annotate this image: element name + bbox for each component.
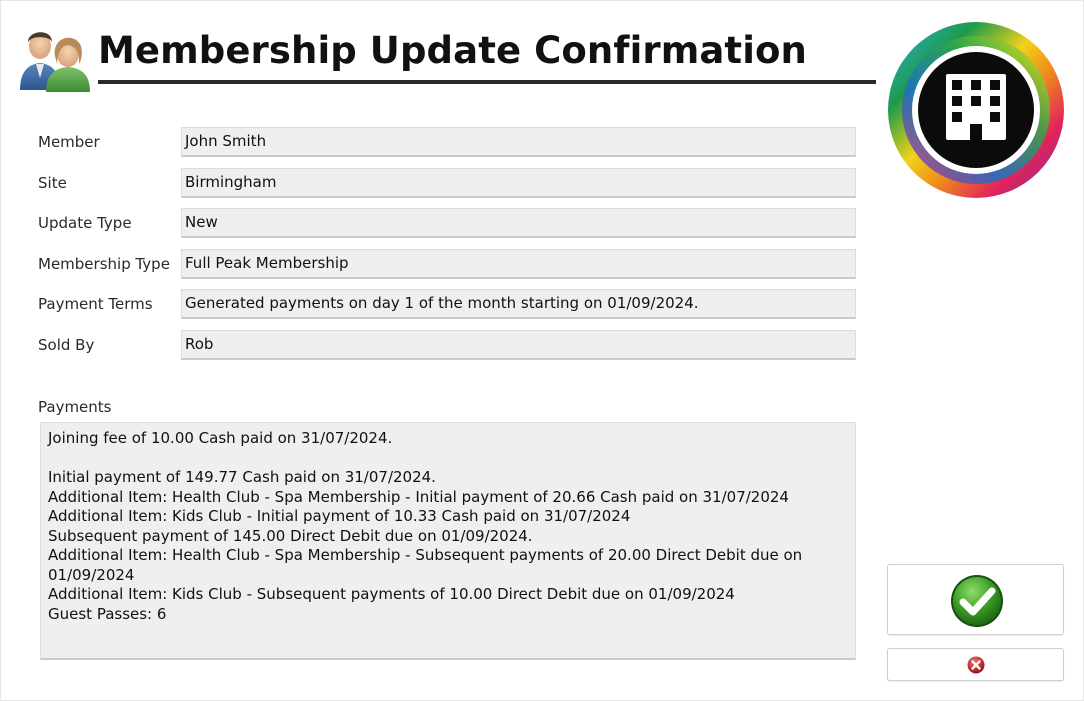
people-icon	[20, 32, 90, 92]
payment-line: Initial payment of 149.77 Cash paid on 3…	[48, 468, 436, 486]
payment-line: Additional Item: Kids Club - Initial pay…	[48, 507, 631, 525]
site-label: Site	[38, 174, 67, 192]
check-icon	[951, 575, 1003, 627]
sold-by-label: Sold By	[38, 336, 95, 354]
payment-terms-label: Payment Terms	[38, 295, 153, 313]
payment-terms-field[interactable]: Generated payments on day 1 of the month…	[181, 289, 856, 319]
membership-type-label: Membership Type	[38, 255, 170, 273]
confirm-button[interactable]	[887, 564, 1064, 635]
cancel-button[interactable]	[887, 648, 1064, 681]
payment-line: 01/09/2024	[48, 565, 135, 584]
payment-line: Subsequent payment of 145.00 Direct Debi…	[48, 526, 533, 545]
payment-line	[48, 449, 848, 469]
payment-line: Guest Passes: 6	[48, 604, 167, 623]
member-label: Member	[38, 133, 100, 151]
payment-line: Additional Item: Health Club - Spa Membe…	[48, 546, 803, 564]
close-icon	[967, 656, 985, 674]
page-title: Membership Update Confirmation	[98, 29, 807, 72]
payment-line: Joining fee of 10.00 Cash paid on 31/07/…	[48, 429, 393, 447]
building-logo	[888, 22, 1064, 198]
payments-textarea[interactable]: Joining fee of 10.00 Cash paid on 31/07/…	[40, 422, 856, 660]
payment-line: Additional Item: Health Club - Spa Membe…	[48, 487, 789, 506]
sold-by-field[interactable]: Rob	[181, 330, 856, 360]
title-underline	[98, 80, 876, 84]
update-type-label: Update Type	[38, 214, 132, 232]
payment-line: Additional Item: Kids Club - Subsequent …	[48, 585, 735, 603]
membership-type-field[interactable]: Full Peak Membership	[181, 249, 856, 279]
update-type-field[interactable]: New	[181, 208, 856, 238]
payments-label: Payments	[38, 398, 112, 416]
site-field[interactable]: Birmingham	[181, 168, 856, 198]
member-field[interactable]: John Smith	[181, 127, 856, 157]
